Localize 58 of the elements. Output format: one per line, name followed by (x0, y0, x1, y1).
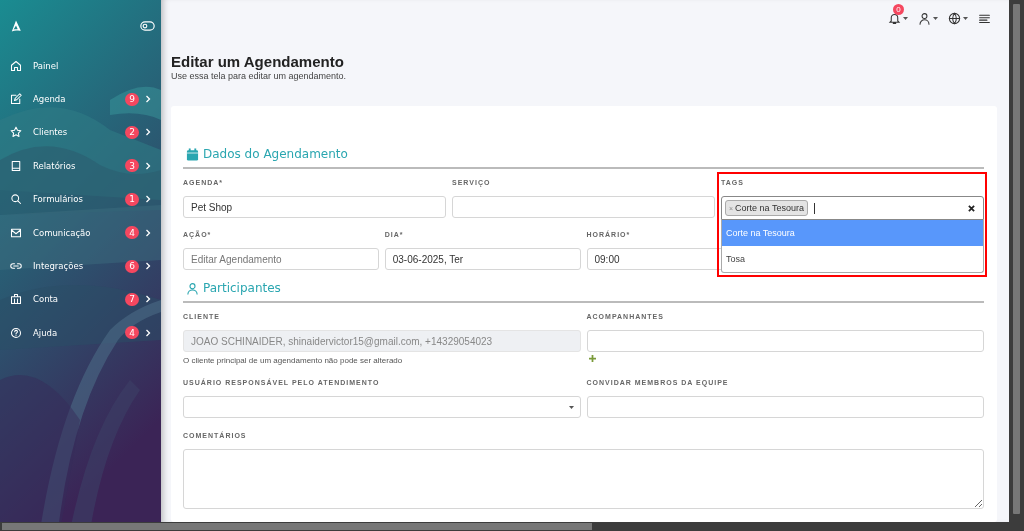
input-field[interactable] (586, 396, 984, 418)
input-field[interactable] (452, 196, 715, 218)
sidebar-item[interactable]: Comunicação 4 (0, 215, 161, 250)
chevron-icon (145, 262, 151, 271)
calendar-icon (186, 147, 199, 161)
chevron-icon (145, 195, 151, 204)
sidebar-item[interactable]: Integrações 6 (0, 249, 161, 283)
caret-icon[interactable] (933, 16, 938, 20)
text-cursor (814, 202, 815, 214)
input-field[interactable]: Editar Agendamento (183, 248, 379, 270)
input-field[interactable]: 03-06-2025, Ter (384, 248, 581, 270)
sidebar-item[interactable]: Relatórios 3 (0, 149, 161, 183)
caret-icon (568, 405, 574, 409)
chevron-icon (145, 95, 151, 104)
house-icon (10, 59, 22, 72)
clear-icon[interactable] (968, 204, 975, 212)
logo-icon (10, 20, 22, 32)
caret-icon[interactable] (963, 16, 968, 20)
help-icon (10, 326, 22, 339)
edit-icon (10, 93, 22, 106)
book-icon (10, 159, 22, 172)
horizontal-scrollbar[interactable] (0, 522, 1024, 531)
section-title: Participantes (203, 281, 281, 295)
user-icon[interactable] (918, 11, 931, 25)
comment-field[interactable] (183, 449, 984, 509)
scrollbar-thumb[interactable] (1013, 4, 1020, 514)
user-icon (186, 281, 199, 295)
sidebar-item[interactable]: Ajuda 4 (0, 316, 161, 350)
plus-icon[interactable] (588, 355, 596, 362)
chevron-icon (145, 161, 151, 170)
toggle-icon[interactable] (140, 20, 155, 32)
caret-icon[interactable] (903, 16, 908, 20)
search-icon (10, 193, 22, 206)
building-icon (10, 293, 22, 306)
section-title: Dados do Agendamento (203, 147, 348, 161)
bell-icon[interactable] (888, 11, 901, 25)
sidebar-item[interactable]: Conta 7 (0, 282, 161, 317)
star-icon (10, 126, 22, 139)
input-field[interactable]: Pet Shop (183, 196, 446, 218)
scrollbar-thumb[interactable] (2, 523, 592, 530)
envelope-icon (10, 226, 22, 239)
tag-label: Corte na Tesoura (735, 203, 804, 213)
sidebar-item[interactable]: Formulários 1 (0, 182, 161, 216)
help-text: O cliente principal de um agendamento não pode ser alterado (183, 356, 404, 365)
input-field[interactable] (586, 330, 984, 352)
chevron-icon (145, 128, 151, 137)
page-title: Editar um Agendamento (171, 53, 345, 70)
page-subtitle: Use essa tela para editar um agendamento. (171, 71, 348, 81)
vertical-scrollbar[interactable] (1009, 0, 1024, 522)
sidebar-item[interactable]: Clientes 2 (0, 115, 161, 150)
notification-badge: 0 (893, 4, 904, 15)
chevron-icon (145, 328, 151, 337)
globe-icon[interactable] (948, 11, 961, 25)
chevron-icon (145, 228, 151, 237)
sidebar-item[interactable]: Painel (0, 49, 161, 83)
select-field[interactable] (183, 396, 581, 418)
chevron-icon (145, 295, 151, 304)
sidebar-item[interactable]: Agenda 9 (0, 82, 161, 116)
